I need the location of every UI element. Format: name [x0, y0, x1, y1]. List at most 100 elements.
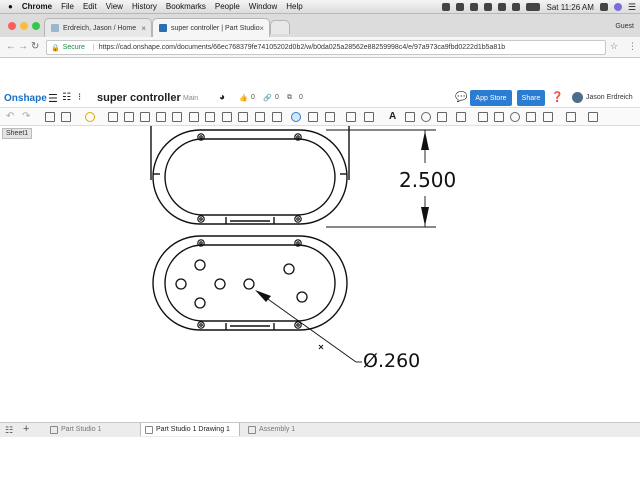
tool-measure-icon[interactable] [61, 112, 71, 122]
comment-icon[interactable]: 💬 [455, 92, 467, 103]
status-wifi-icon[interactable] [498, 3, 507, 11]
apple-icon[interactable]: ● [8, 2, 13, 11]
tab-manager-icon[interactable]: ☷ [5, 425, 13, 436]
reload-icon[interactable]: ↻ [31, 41, 39, 52]
status-camera-icon[interactable] [442, 3, 451, 11]
chrome-menu-icon[interactable]: ⋮ [628, 41, 637, 52]
tool-export-icon[interactable] [588, 112, 598, 122]
part-studio-icon [50, 425, 58, 434]
status-list-icon[interactable]: ☰ [628, 2, 636, 13]
bookmark-star-icon[interactable]: ☆ [610, 41, 618, 52]
tool-line-icon[interactable] [456, 112, 466, 122]
tool-linear-dim-icon[interactable] [222, 112, 232, 122]
tool-polyline-icon[interactable] [566, 112, 576, 122]
address-bar[interactable]: 🔒 Secure | https://cad.onshape.com/docum… [46, 40, 606, 55]
button-holes[interactable] [175, 259, 308, 309]
tool-projected-view-icon[interactable] [124, 112, 134, 122]
status-dropbox-icon[interactable] [456, 3, 465, 11]
tab-label: Part Studio 1 Drawing 1 [156, 426, 230, 433]
menu-view[interactable]: View [106, 2, 123, 11]
status-timemachine-icon[interactable] [470, 3, 479, 11]
status-volume-icon[interactable] [512, 3, 521, 11]
dimension-2500-text[interactable]: 2.500 [399, 168, 456, 192]
tool-gdt-icon[interactable] [364, 112, 374, 122]
status-siri-icon[interactable] [613, 3, 622, 11]
avatar[interactable] [572, 92, 583, 103]
copies-icon[interactable]: ⧉ [287, 94, 292, 102]
tool-centerline-icon[interactable] [478, 112, 488, 122]
window-close-icon[interactable] [8, 22, 16, 30]
links-icon[interactable]: 🔗 [263, 94, 272, 102]
share-button[interactable]: Share [517, 90, 545, 106]
likes-icon[interactable]: 👍 [239, 94, 248, 102]
tool-hatch-icon[interactable] [526, 112, 536, 122]
new-tab-button[interactable] [270, 20, 290, 34]
tool-crop-icon[interactable] [189, 112, 199, 122]
tool-arc-dim-icon[interactable] [272, 112, 282, 122]
app-store-button[interactable]: App Store [470, 90, 512, 106]
tool-search-icon[interactable] [421, 112, 431, 122]
onshape-logo[interactable]: Onshape [4, 93, 47, 104]
tool-note-icon[interactable] [405, 112, 415, 122]
page-footer-space [0, 437, 640, 480]
menu-help[interactable]: Help [286, 2, 302, 11]
tool-bulb-icon[interactable] [85, 112, 95, 122]
tool-select-icon[interactable] [45, 112, 55, 122]
menu-edit[interactable]: Edit [83, 2, 97, 11]
tab-close-icon[interactable]: × [141, 24, 146, 33]
tool-callout-icon[interactable] [346, 112, 356, 122]
help-icon[interactable]: ❓ [551, 92, 563, 103]
tool-break-icon[interactable] [205, 112, 215, 122]
tool-angle-dim-icon[interactable] [238, 112, 248, 122]
menu-clock[interactable]: Sat 11:26 AM [546, 3, 593, 12]
back-icon[interactable]: ← [6, 41, 16, 52]
tool-table-icon[interactable] [437, 112, 447, 122]
menu-app-name[interactable]: Chrome [22, 2, 52, 11]
tool-section-icon[interactable] [156, 112, 166, 122]
tool-centermark-icon[interactable] [494, 112, 504, 122]
browser-tab-super-controller[interactable]: super controller | Part Studio × [152, 18, 270, 37]
menu-history[interactable]: History [132, 2, 157, 11]
forward-icon[interactable]: → [18, 41, 28, 52]
tool-chamfer-icon[interactable] [325, 112, 335, 122]
window-minimize-icon[interactable] [20, 22, 28, 30]
hamburger-menu-icon[interactable]: ☰ [48, 92, 58, 105]
user-name[interactable]: Jason Erdreich [586, 94, 633, 101]
tool-view-icon[interactable] [108, 112, 118, 122]
browser-tab-home[interactable]: Erdreich, Jason / Home × [44, 18, 152, 37]
undo-icon[interactable]: ↶ [6, 111, 14, 122]
tab-part-studio[interactable]: Part Studio 1 [46, 423, 138, 436]
lock-icon: 🔒 [51, 44, 60, 52]
status-battery-icon[interactable] [526, 3, 541, 11]
dimension-diameter-text[interactable]: Ø.260 [363, 350, 420, 372]
drawing-canvas[interactable]: 2.500 Ø.260 [0, 126, 640, 422]
profile-guest[interactable]: Guest [615, 23, 634, 30]
tool-diameter-dim-icon[interactable] [291, 112, 301, 122]
tool-bolt-circle-icon[interactable] [510, 112, 520, 122]
tool-radius-dim-icon[interactable] [255, 112, 265, 122]
url-text: https://cad.onshape.com/documents/66ec76… [98, 44, 506, 51]
menu-file[interactable]: File [61, 2, 74, 11]
menu-people[interactable]: People [215, 2, 240, 11]
redo-icon[interactable]: ↷ [22, 111, 30, 122]
tool-detail-icon[interactable] [172, 112, 182, 122]
branch-label[interactable]: Main [183, 95, 198, 102]
tool-text-icon[interactable]: A [389, 111, 396, 122]
tool-aux-view-icon[interactable] [140, 112, 150, 122]
tool-ordinate-icon[interactable] [308, 112, 318, 122]
menu-window[interactable]: Window [249, 2, 277, 11]
feature-list-icon[interactable]: ☷ [62, 92, 71, 103]
window-zoom-icon[interactable] [32, 22, 40, 30]
status-bluetooth-icon[interactable] [484, 3, 493, 11]
version-graph-icon[interactable]: ⁝ [78, 92, 81, 103]
document-title[interactable]: super controller [97, 92, 181, 104]
tab-assembly[interactable]: Assembly 1 [244, 423, 314, 436]
tab-label: Assembly 1 [259, 426, 296, 433]
tab-drawing[interactable]: Part Studio 1 Drawing 1 [140, 423, 240, 436]
tab-close-icon[interactable]: × [259, 24, 264, 33]
add-tab-icon[interactable]: + [23, 423, 29, 435]
menu-bookmarks[interactable]: Bookmarks [166, 2, 206, 11]
tool-sketch-icon[interactable] [543, 112, 553, 122]
status-user-icon[interactable] [599, 3, 608, 11]
globe-icon[interactable]: ◕ [219, 92, 225, 103]
